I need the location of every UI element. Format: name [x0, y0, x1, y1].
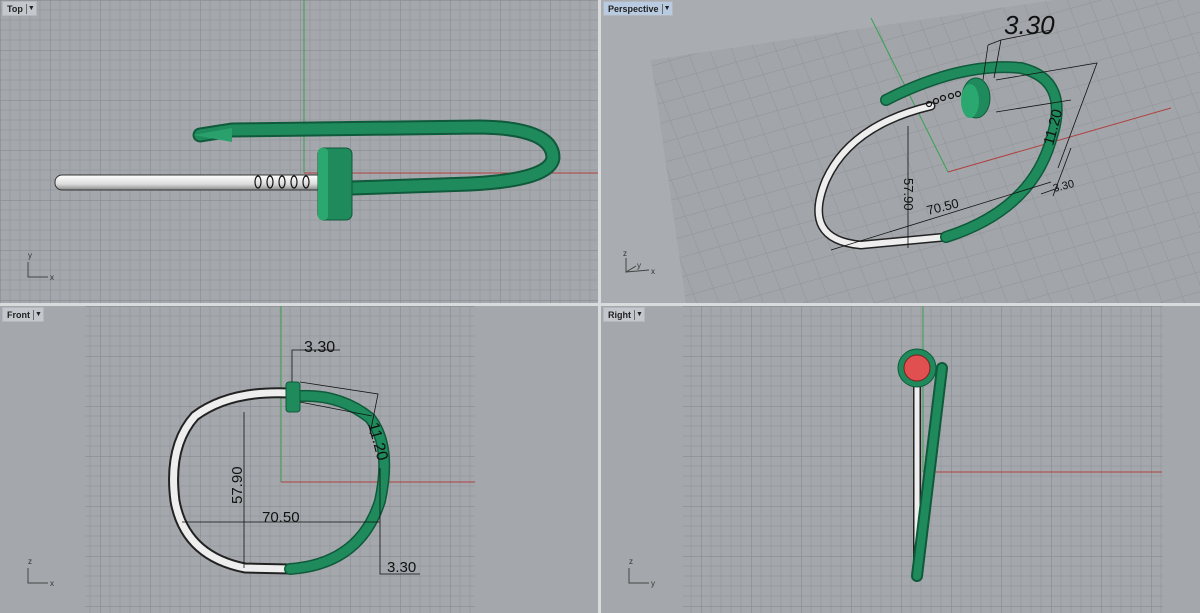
silver-rod: [54, 174, 326, 191]
svg-text:y: y: [28, 251, 32, 260]
viewport-name: Front: [7, 309, 34, 320]
caret-down-icon[interactable]: ▼: [635, 311, 644, 318]
grid: [0, 0, 598, 303]
svg-text:y: y: [637, 261, 641, 270]
dimension-collar-width: 3.30: [1004, 10, 1055, 40]
dimension-width: 70.50: [262, 509, 300, 526]
dimension-height: 57.90: [901, 178, 916, 211]
viewport-label-perspective[interactable]: Perspective ▼: [603, 1, 673, 16]
viewport-perspective[interactable]: Perspective ▼ 3.30 11.20 57.90 70.50 3.3…: [601, 0, 1200, 303]
caret-down-icon[interactable]: ▼: [27, 5, 36, 12]
caret-down-icon[interactable]: ▼: [663, 5, 672, 12]
viewport-top[interactable]: Top ▼ y x: [0, 0, 598, 303]
collar: [285, 381, 301, 413]
right-view-canvas[interactable]: z y: [601, 306, 1200, 613]
svg-text:z: z: [629, 557, 633, 566]
viewport-label-top[interactable]: Top ▼: [2, 1, 37, 16]
collar-cap: [897, 348, 937, 388]
perspective-view-canvas[interactable]: 3.30 11.20 57.90 70.50 3.30 z y x: [601, 0, 1200, 303]
viewport-label-front[interactable]: Front ▼: [2, 307, 44, 322]
svg-text:z: z: [28, 557, 32, 566]
viewport-right[interactable]: Right ▼ z y: [601, 306, 1200, 613]
axis-indicator: z y x: [623, 249, 655, 276]
viewport-name: Right: [608, 309, 635, 320]
svg-text:z: z: [623, 249, 627, 258]
dimension-collar-width: 3.30: [304, 339, 335, 356]
grid: [651, 0, 1200, 303]
dimension-height: 57.90: [229, 466, 246, 504]
dimension-thickness: 3.30: [387, 559, 416, 576]
svg-text:x: x: [651, 267, 655, 276]
viewport-front[interactable]: Front ▼ 3.30 11.20 57.90 70.50 3.30 z x: [0, 306, 598, 613]
caret-down-icon[interactable]: ▼: [34, 311, 43, 318]
axis-indicator: z x: [27, 557, 54, 588]
axis-indicator: z y: [628, 557, 655, 588]
viewport-name: Top: [7, 3, 27, 14]
front-view-canvas[interactable]: 3.30 11.20 57.90 70.50 3.30 z x: [0, 306, 598, 613]
svg-text:x: x: [50, 273, 54, 282]
collar: [317, 147, 353, 221]
svg-text:y: y: [651, 579, 655, 588]
viewport-name: Perspective: [608, 3, 663, 14]
viewport-label-right[interactable]: Right ▼: [603, 307, 645, 322]
svg-text:x: x: [50, 579, 54, 588]
top-view-canvas[interactable]: y x: [0, 0, 598, 303]
